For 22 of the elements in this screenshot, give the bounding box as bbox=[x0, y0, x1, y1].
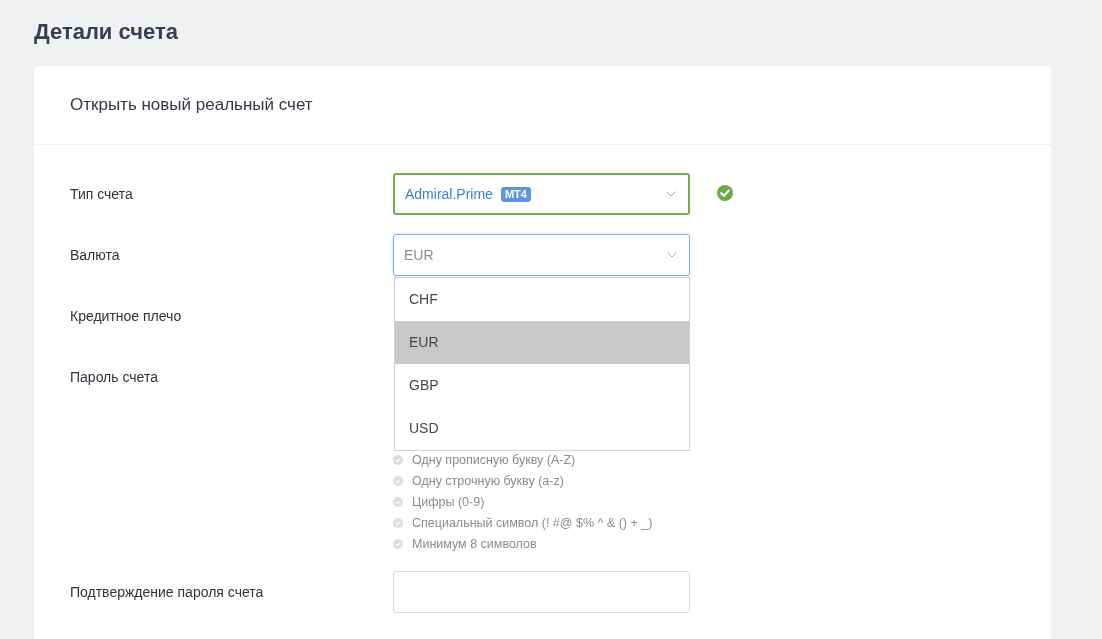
requirement-text: Цифры (0-9) bbox=[412, 494, 485, 509]
requirement-text: Одну прописную букву (A-Z) bbox=[412, 452, 576, 467]
field-label: Тип счета bbox=[70, 186, 133, 202]
field-label: Пароль счета bbox=[70, 369, 158, 385]
dropdown-option[interactable]: CHF bbox=[395, 278, 689, 321]
password-confirm-field[interactable] bbox=[393, 571, 690, 613]
check-circle-icon bbox=[717, 185, 733, 201]
select-field[interactable]: Admiral.Prime MT4 bbox=[393, 173, 690, 215]
card-title: Открыть новый реальный счет bbox=[70, 95, 313, 115]
dropdown-option[interactable]: USD bbox=[395, 407, 689, 450]
chevron-down-icon bbox=[667, 252, 677, 258]
chevron-down-icon bbox=[666, 191, 676, 197]
field-label: Валюта bbox=[70, 247, 120, 263]
requirement-text: Минимум 8 символов bbox=[412, 536, 537, 551]
dropdown-option[interactable]: EUR bbox=[395, 321, 689, 364]
requirement-text: Одну строчную букву (a-z) bbox=[412, 473, 564, 488]
field-label: Подтверждение пароля счета bbox=[70, 584, 264, 600]
field-label: Кредитное плечо bbox=[70, 308, 182, 324]
page-title: Детали счета bbox=[34, 19, 178, 45]
platform-tag: MT4 bbox=[500, 186, 531, 202]
dropdown-option[interactable]: GBP bbox=[395, 364, 689, 407]
requirement-text: Специальный символ (! #@ $% ^ & () + _) bbox=[412, 515, 653, 530]
